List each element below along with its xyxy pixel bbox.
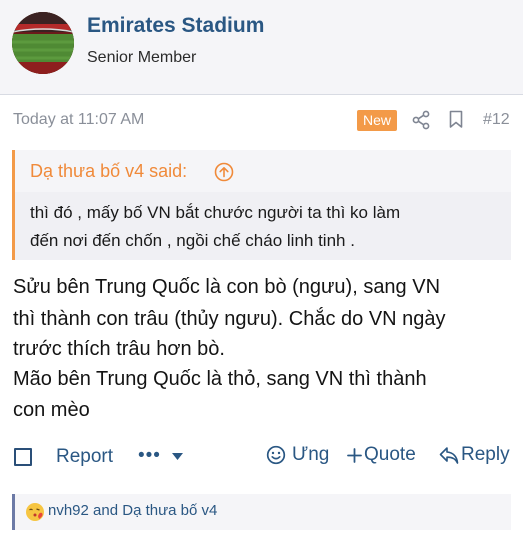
quote-author-label[interactable]: Dạ thưa bố v4 said:: [30, 161, 187, 182]
post-number-link[interactable]: #12: [483, 111, 510, 129]
reply-arrow-icon[interactable]: [439, 446, 459, 465]
author-title: Senior Member: [87, 49, 197, 66]
reply-button[interactable]: Reply: [461, 444, 510, 466]
post-body-line: trước thích trâu hơn bò.: [13, 338, 225, 360]
post-body-line: thì thành con trâu (thủy ngưu). Chắc do …: [13, 308, 446, 330]
bookmark-icon[interactable]: [449, 110, 463, 129]
post-action-bar: Report ••• Ưng Quote Reply: [0, 440, 523, 474]
new-badge: New: [357, 110, 398, 131]
plus-icon[interactable]: [347, 448, 362, 463]
post-body-line: Sửu bên Trung Quốc là con bò (ngưu), san…: [13, 276, 441, 298]
chevron-down-icon[interactable]: [172, 453, 183, 461]
post-body-line: con mèo: [13, 399, 90, 421]
header-divider: [0, 94, 523, 95]
author-avatar[interactable]: [12, 12, 74, 74]
author-name[interactable]: Emirates Stadium: [87, 14, 264, 38]
post-author-header: Emirates Stadium Senior Member: [0, 0, 523, 94]
react-smile-icon[interactable]: [266, 445, 286, 465]
reactions-bar[interactable]: nvh92 and Dạ thưa bố v4: [12, 494, 511, 530]
reaction-users-list[interactable]: nvh92 and Dạ thưa bố v4: [48, 502, 217, 519]
quote-content: thì đó , mấy bố VN bắt chước người ta th…: [15, 192, 511, 260]
jump-up-arrow-icon[interactable]: [214, 162, 234, 182]
quote-line: thì đó , mấy bố VN bắt chước người ta th…: [30, 203, 401, 222]
share-icon[interactable]: [412, 110, 430, 130]
quote-header[interactable]: Dạ thưa bố v4 said:: [15, 150, 511, 192]
more-options-button[interactable]: •••: [138, 445, 161, 467]
react-button[interactable]: Ưng: [292, 444, 329, 466]
kiss-emoji-icon: [25, 502, 45, 527]
post-body-line: Mão bên Trung Quốc là thỏ, sang VN thì t…: [13, 368, 427, 390]
quote-block: Dạ thưa bố v4 said: thì đó , mấy bố VN b…: [12, 150, 511, 260]
select-post-checkbox[interactable]: [14, 448, 32, 466]
quote-line: đến nơi đến chốn , ngồi chế cháo linh ti…: [30, 231, 355, 250]
post-timestamp[interactable]: Today at 11:07 AM: [13, 111, 144, 129]
quote-button[interactable]: Quote: [364, 444, 416, 466]
report-button[interactable]: Report: [56, 446, 113, 468]
